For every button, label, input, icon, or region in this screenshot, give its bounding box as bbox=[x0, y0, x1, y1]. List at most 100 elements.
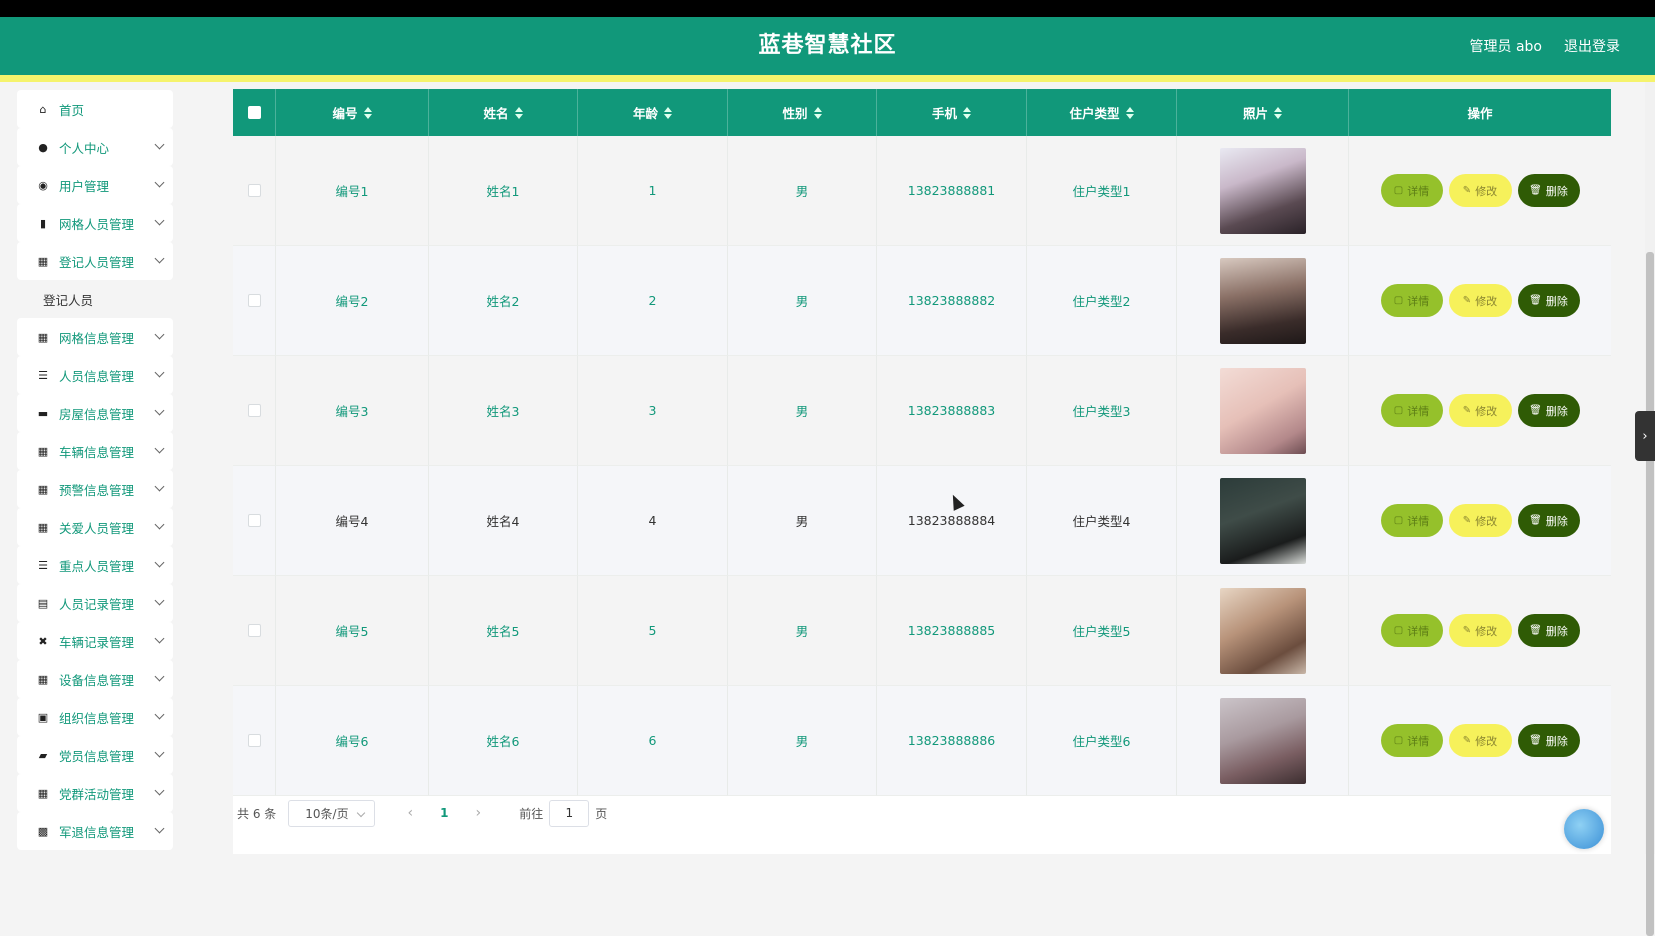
row-checkbox[interactable] bbox=[247, 734, 261, 747]
table-row: 编号1 姓名1 1 男 13823888881 住户类型1 ▢ 详情 ✎ 修改 🗑 删… bbox=[233, 136, 1611, 246]
scrollbar-thumb[interactable] bbox=[1646, 252, 1654, 936]
sidebar-item-vehicle-info[interactable]: ▦ 车辆信息管理 bbox=[17, 432, 173, 470]
row-checkbox[interactable] bbox=[247, 294, 261, 307]
detail-button[interactable]: ▢ 详情 bbox=[1380, 724, 1443, 757]
page-size-select[interactable]: 10条/页 bbox=[288, 799, 376, 827]
sidebar-item-veteran-info[interactable]: ▩ 军退信息管理 bbox=[17, 812, 173, 850]
detail-button[interactable]: ▢ 详情 bbox=[1380, 504, 1443, 537]
submenu-item-registered[interactable]: 登记人员 bbox=[17, 280, 173, 318]
sidebar-item-label: 组织信息管理 bbox=[59, 710, 135, 726]
sidebar-item-label: 党群活动管理 bbox=[59, 786, 135, 802]
prev-page-button[interactable]: ‹ bbox=[395, 805, 425, 821]
row-checkbox[interactable] bbox=[247, 184, 261, 197]
sidebar-item-device-info[interactable]: ▦ 设备信息管理 bbox=[17, 660, 173, 698]
delete-button[interactable]: 🗑 删除 bbox=[1517, 614, 1580, 647]
goto-label: 前往 bbox=[519, 806, 544, 821]
column-header-type[interactable]: 住户类型 bbox=[1027, 89, 1177, 136]
detail-button[interactable]: ▢ 详情 bbox=[1380, 174, 1443, 207]
page-scrollbar[interactable] bbox=[1645, 82, 1655, 936]
sidebar-item-home[interactable]: ⌂ 首页 bbox=[17, 90, 173, 128]
resident-photo[interactable] bbox=[1219, 587, 1306, 674]
sidebar-item-user-management[interactable]: ◉ 用户管理 bbox=[17, 166, 173, 204]
current-page[interactable]: 1 bbox=[429, 806, 459, 820]
detail-button[interactable]: ▢ 详情 bbox=[1380, 284, 1443, 317]
chevron-down-icon bbox=[154, 671, 165, 682]
list-icon: ☰ bbox=[38, 558, 48, 572]
edit-button[interactable]: ✎ 修改 bbox=[1448, 614, 1512, 647]
column-header-photo[interactable]: 照片 bbox=[1177, 89, 1349, 136]
delete-button[interactable]: 🗑 删除 bbox=[1517, 504, 1580, 537]
column-header-sex[interactable]: 性别 bbox=[728, 89, 877, 136]
sidebar-item-vehicle-records[interactable]: ✖ 车辆记录管理 bbox=[17, 622, 173, 660]
cell-name: 姓名5 bbox=[429, 576, 578, 686]
sidebar-item-warning-info[interactable]: ▦ 预警信息管理 bbox=[17, 470, 173, 508]
sidebar-item-registered-people[interactable]: ▦ 登记人员管理 bbox=[17, 242, 173, 280]
sort-icon bbox=[1274, 106, 1282, 119]
grid-icon: ▦ bbox=[37, 786, 49, 800]
cell-type: 住户类型3 bbox=[1027, 356, 1177, 466]
row-checkbox[interactable] bbox=[247, 624, 261, 637]
delete-button[interactable]: 🗑 删除 bbox=[1517, 724, 1580, 757]
sidebar-item-org-info[interactable]: ▣ 组织信息管理 bbox=[17, 698, 173, 736]
trash-icon: 🗑 bbox=[1529, 185, 1542, 196]
edit-button[interactable]: ✎ 修改 bbox=[1448, 174, 1512, 207]
sidebar-item-care-people[interactable]: ▦ 关爱人员管理 bbox=[17, 508, 173, 546]
floating-assistant-icon[interactable] bbox=[1564, 809, 1604, 849]
sort-icon bbox=[664, 106, 672, 119]
sidebar-item-grid-info[interactable]: ▦ 网格信息管理 bbox=[17, 318, 173, 356]
sidebar-item-grid-staff[interactable]: ▮ 网格人员管理 bbox=[17, 204, 173, 242]
detail-button[interactable]: ▢ 详情 bbox=[1380, 614, 1443, 647]
pagination-total: 共 6 条 bbox=[237, 806, 277, 821]
delete-button[interactable]: 🗑 删除 bbox=[1517, 174, 1580, 207]
column-header-name[interactable]: 姓名 bbox=[429, 89, 578, 136]
user-icon: ● bbox=[38, 140, 48, 154]
trash-icon: 🗑 bbox=[1529, 405, 1542, 416]
edit-button[interactable]: ✎ 修改 bbox=[1448, 504, 1512, 537]
detail-button[interactable]: ▢ 详情 bbox=[1380, 394, 1443, 427]
row-checkbox[interactable] bbox=[247, 514, 261, 527]
side-panel-toggle[interactable]: › bbox=[1635, 411, 1655, 461]
sidebar-item-party-activity[interactable]: ▦ 党群活动管理 bbox=[17, 774, 173, 812]
sort-icon bbox=[813, 106, 822, 119]
trash-icon: 🗑 bbox=[1529, 295, 1542, 306]
select-all-checkbox[interactable] bbox=[247, 106, 261, 119]
pencil-icon: ✎ bbox=[1462, 735, 1472, 746]
row-checkbox[interactable] bbox=[247, 404, 261, 417]
column-header-no[interactable]: 编号 bbox=[276, 89, 429, 136]
document-icon: ▢ bbox=[1393, 185, 1404, 196]
sidebar-item-person-info[interactable]: ☰ 人员信息管理 bbox=[17, 356, 173, 394]
cell-name: 姓名4 bbox=[429, 466, 578, 576]
resident-photo[interactable] bbox=[1219, 697, 1306, 784]
goto-page-input[interactable]: 1 bbox=[549, 799, 590, 827]
cell-name: 姓名3 bbox=[429, 356, 578, 466]
edit-button[interactable]: ✎ 修改 bbox=[1448, 724, 1512, 757]
edit-button[interactable]: ✎ 修改 bbox=[1448, 394, 1512, 427]
grid-icon: ▦ bbox=[37, 520, 49, 534]
cell-age: 6 bbox=[578, 686, 728, 796]
resident-photo[interactable] bbox=[1219, 367, 1306, 454]
sidebar-item-personal-center[interactable]: ● 个人中心 bbox=[17, 128, 173, 166]
briefcase-icon: ▩ bbox=[37, 824, 49, 838]
edit-button[interactable]: ✎ 修改 bbox=[1448, 284, 1512, 317]
sidebar-item-label: 房屋信息管理 bbox=[59, 406, 135, 422]
column-header-age[interactable]: 年龄 bbox=[578, 89, 728, 136]
sidebar-item-key-people[interactable]: ☰ 重点人员管理 bbox=[17, 546, 173, 584]
sidebar-item-person-records[interactable]: ▤ 人员记录管理 bbox=[17, 584, 173, 622]
cell-phone: 13823888883 bbox=[877, 356, 1027, 466]
column-header-actions: 操作 bbox=[1467, 106, 1493, 121]
next-page-button[interactable]: › bbox=[463, 805, 493, 821]
cell-sex: 男 bbox=[728, 356, 877, 466]
sidebar-item-label: 用户管理 bbox=[59, 178, 110, 194]
resident-photo[interactable] bbox=[1219, 477, 1306, 564]
delete-button[interactable]: 🗑 删除 bbox=[1517, 394, 1580, 427]
app-title: 蓝巷智慧社区 bbox=[758, 33, 897, 58]
cell-age: 4 bbox=[578, 466, 728, 576]
logout-link[interactable]: 退出登录 bbox=[1564, 36, 1620, 56]
sidebar-item-house-info[interactable]: ▬ 房屋信息管理 bbox=[17, 394, 173, 432]
cell-age: 1 bbox=[578, 136, 728, 246]
column-header-phone[interactable]: 手机 bbox=[877, 89, 1027, 136]
sidebar-item-party-member[interactable]: ▰ 党员信息管理 bbox=[17, 736, 173, 774]
delete-button[interactable]: 🗑 删除 bbox=[1517, 284, 1580, 317]
resident-photo[interactable] bbox=[1219, 257, 1306, 344]
resident-photo[interactable] bbox=[1219, 147, 1306, 234]
